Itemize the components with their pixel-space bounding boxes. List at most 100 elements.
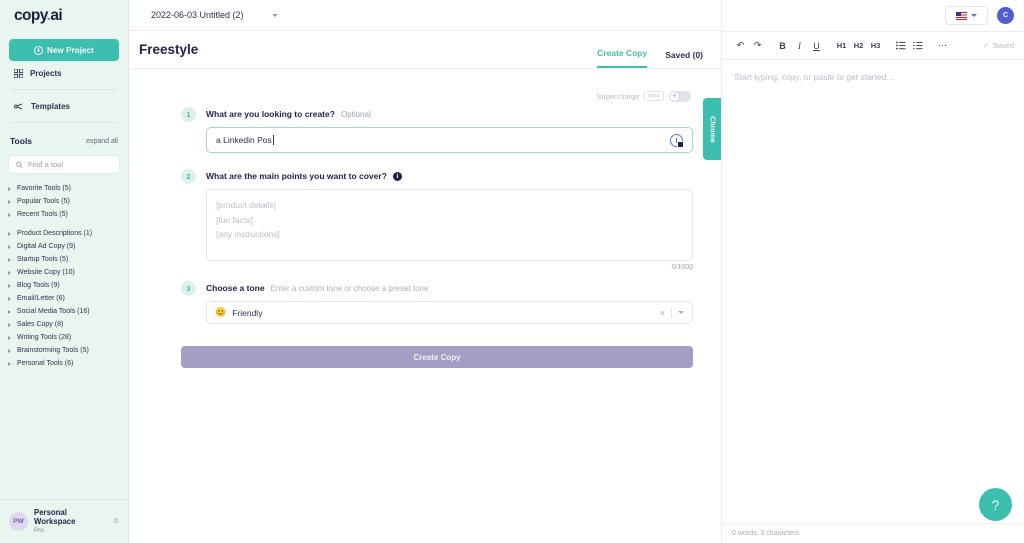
chevron-down-icon[interactable] [678,311,684,314]
tool-search-box[interactable] [8,155,120,174]
info-icon[interactable]: i [393,172,402,181]
saved-label: Saved [993,41,1014,50]
create-copy-submit-label: Create Copy [413,353,460,362]
heading-3-icon[interactable]: H3 [867,37,884,54]
help-button[interactable]: ? [979,488,1012,521]
tool-group-label: Blog Tools (9) [17,282,60,289]
tool-group-label: Favorite Tools (5) [17,185,71,192]
us-flag-icon [956,12,967,20]
tool-group-label: Product Descriptions (1) [17,230,92,237]
tone-select[interactable]: 😊 Friendly × [206,301,693,324]
tool-group-list: Favorite Tools (5) Popular Tools (5) Rec… [0,182,128,370]
step-number-badge: 2 [181,169,196,184]
chevron-right-icon [8,245,11,249]
underline-icon[interactable]: U [808,37,825,54]
tool-group-website-copy[interactable]: Website Copy (10) [0,266,128,279]
tool-group-popular[interactable]: Popular Tools (5) [0,195,128,208]
editor-status-bar: 0 words, 3 characters [722,523,1024,543]
numbered-list-glyph [913,41,923,50]
tool-group-blog-tools[interactable]: Blog Tools (9) [0,279,128,292]
tool-group-brainstorming-tools[interactable]: Brainstorming Tools (5) [0,344,128,357]
bold-icon[interactable]: B [774,37,791,54]
main-points-textarea[interactable]: [product details] [fun facts] [any instr… [206,189,693,261]
editor-top-bar: C [722,0,1024,31]
chevron-right-icon [8,213,11,217]
workspace-switcher[interactable]: PW Personal Workspace Pro ⇅ [0,500,128,543]
plus-circle-icon [34,46,43,55]
tool-group-label: Popular Tools (5) [17,198,70,205]
editor-placeholder[interactable]: Start typing, copy, or paste to get star… [722,60,1024,82]
tool-group-product-descriptions[interactable]: Product Descriptions (1) [0,227,128,240]
create-what-input[interactable]: a Linkedin Pos [206,127,693,153]
tool-group-label: Email/Letter (6) [17,295,65,302]
tool-group-social-media-tools[interactable]: Social Media Tools (16) [0,305,128,318]
more-options-icon[interactable]: ⋯ [934,37,951,54]
tool-group-label: Writing Tools (28) [17,334,71,341]
chevron-right-icon [8,297,11,301]
tool-group-startup-tools[interactable]: Startup Tools (5) [0,253,128,266]
tool-group-label: Personal Tools (6) [17,360,73,367]
tool-group-recent[interactable]: Recent Tools (5) [0,208,128,221]
app-root: copy.ai New Project Projects Templates [0,0,1024,543]
document-bar: 2022-06-03 Untitled (2) [129,0,721,31]
sidebar-divider-1 [10,89,118,90]
new-project-label: New Project [47,46,94,55]
tool-group-writing-tools[interactable]: Writing Tools (28) [0,331,128,344]
tool-group-label: Social Media Tools (16) [17,308,90,315]
locked-clock-icon[interactable] [670,134,683,147]
supercharge-toggle[interactable]: ✦ [669,91,691,102]
page-header: Freestyle Create Copy Saved (0) [129,31,721,69]
workspace-name: Personal Workspace [34,508,107,527]
tab-saved[interactable]: Saved (0) [665,50,703,68]
logo-ai: ai [50,7,62,24]
search-icon [16,161,23,169]
language-selector[interactable] [945,6,988,25]
main-panel: 2022-06-03 Untitled (2) Freestyle Create… [129,0,721,543]
redo-icon[interactable]: ↷ [749,37,766,54]
supercharge-control: Supercharge beta ✦ [129,87,721,105]
heading-1-icon[interactable]: H1 [833,37,850,54]
chevron-right-icon [8,310,11,314]
tool-group-digital-ad-copy[interactable]: Digital Ad Copy (9) [0,240,128,253]
chrome-extension-tab[interactable]: Chrome [703,98,721,160]
document-title[interactable]: 2022-06-03 Untitled (2) [151,10,244,20]
tool-group-sales-copy[interactable]: Sales Copy (8) [0,318,128,331]
placeholder-line: [fun facts] [216,213,683,228]
expand-all-link[interactable]: expand all [86,138,118,145]
select-divider [671,307,672,318]
clear-tone-button[interactable]: × [660,308,665,318]
sidebar-item-projects-label: Projects [30,69,62,78]
create-copy-submit-button[interactable]: Create Copy [181,346,693,368]
chevron-right-icon [8,200,11,204]
sidebar-item-templates[interactable]: Templates [0,94,128,118]
form-step-1: 1 What are you looking to create? Option… [129,105,721,153]
chevron-down-icon[interactable] [272,14,278,17]
chevron-right-icon [8,232,11,236]
sidebar-item-projects[interactable]: Projects [0,61,128,85]
word-count: 0 words, 3 characters [732,530,799,537]
user-avatar[interactable]: C [997,7,1014,24]
tool-group-email-letter[interactable]: Email/Letter (6) [0,292,128,305]
undo-icon[interactable]: ↶ [732,37,749,54]
search-input[interactable] [28,160,112,169]
character-counter: 0/1000 [206,264,693,271]
bullet-list-glyph [896,41,906,50]
sidebar-divider-2 [10,122,118,123]
bullet-list-icon[interactable] [892,37,909,54]
tool-group-personal-tools[interactable]: Personal Tools (6) [0,357,128,370]
numbered-list-icon[interactable] [909,37,926,54]
tool-group-favorite[interactable]: Favorite Tools (5) [0,182,128,195]
tool-group-label: Sales Copy (8) [17,321,63,328]
logo-text: copy [14,7,47,24]
app-logo[interactable]: copy.ai [0,0,128,31]
page-title: Freestyle [139,42,198,57]
heading-2-icon[interactable]: H2 [850,37,867,54]
text-caret [273,135,274,145]
tool-group-label: Digital Ad Copy (9) [17,243,75,250]
step-2-question: What are the main points you want to cov… [206,171,387,181]
italic-icon[interactable]: I [791,37,808,54]
new-project-button[interactable]: New Project [9,39,119,61]
tab-create-copy[interactable]: Create Copy [597,48,647,68]
tool-group-label: Website Copy (10) [17,269,75,276]
templates-icon [14,102,24,111]
